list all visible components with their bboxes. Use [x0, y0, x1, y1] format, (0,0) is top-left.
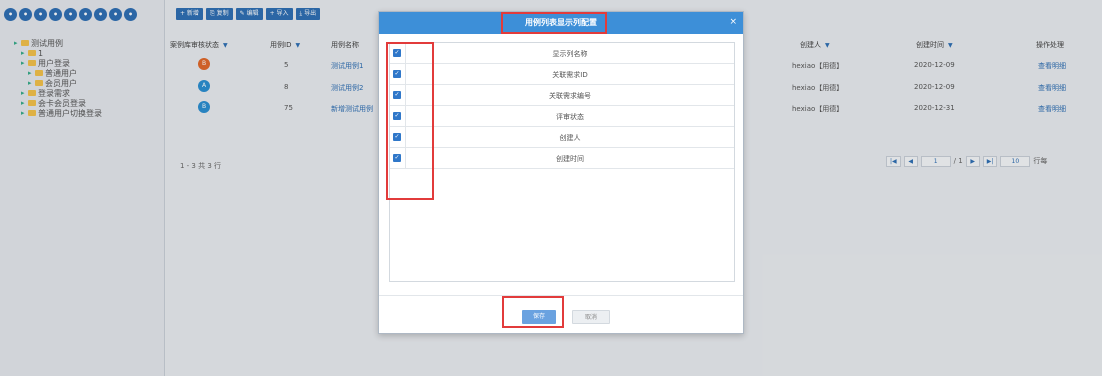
column-list: ✓ 显示列名称 ✓ 关联需求ID ✓ 关联需求编号 ✓ 评审状态 ✓ 创建人 ✓ 创建时间 [389, 42, 735, 282]
column-name: 创建时间 [556, 155, 584, 163]
column-row[interactable]: ✓ 创建人 [390, 127, 734, 148]
dialog-title-bar[interactable]: 用例列表显示列配置 × [379, 12, 743, 34]
column-name: 关联需求ID [552, 71, 588, 79]
column-row[interactable]: ✓ 关联需求编号 [390, 85, 734, 106]
column-name: 关联需求编号 [549, 92, 591, 100]
column-name: 显示列名称 [552, 50, 588, 58]
column-row[interactable]: ✓ 评审状态 [390, 106, 734, 127]
checkbox-highlight-box [386, 42, 434, 200]
column-config-dialog: 用例列表显示列配置 × ✓ 显示列名称 ✓ 关联需求ID ✓ 关联需求编号 ✓ 评审状态 ✓ 创建… [378, 11, 744, 334]
column-name: 创建人 [559, 134, 581, 142]
save-highlight-box [502, 296, 564, 328]
column-row[interactable]: ✓ 显示列名称 [390, 43, 734, 64]
column-row[interactable]: ✓ 创建时间 [390, 148, 734, 169]
title-highlight-box [501, 12, 607, 34]
cancel-button[interactable]: 取消 [572, 310, 610, 324]
column-name: 评审状态 [556, 113, 584, 121]
close-icon[interactable]: × [729, 16, 737, 28]
column-row[interactable]: ✓ 关联需求ID [390, 64, 734, 85]
